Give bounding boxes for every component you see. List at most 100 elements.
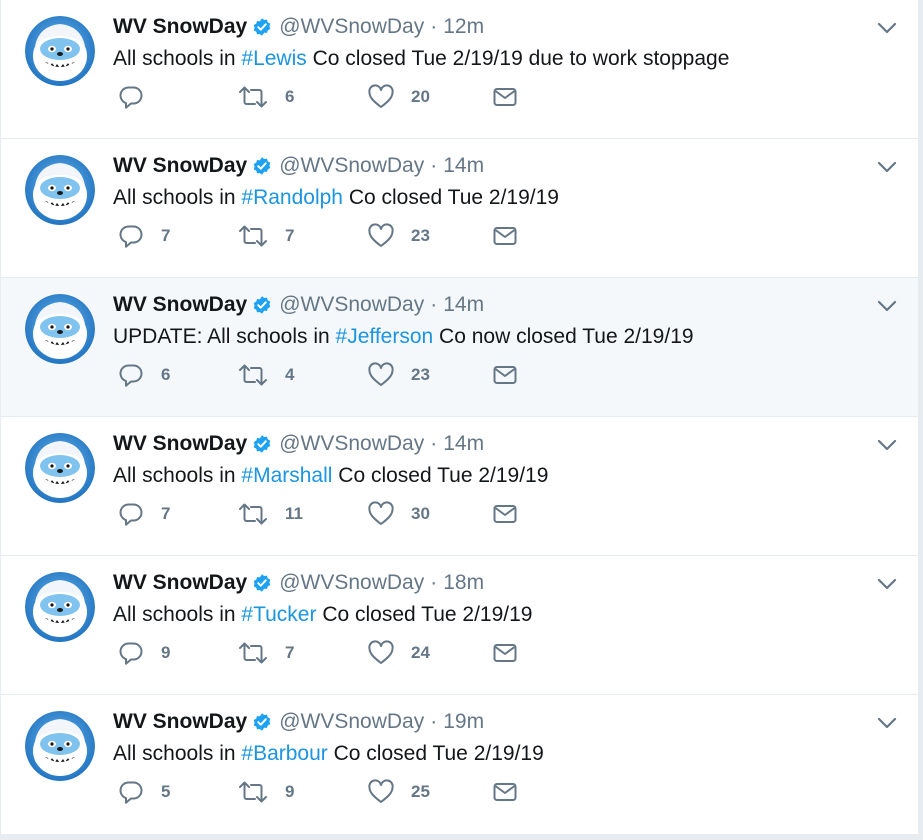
retweet-count: 11 [285, 504, 303, 523]
retweet-button[interactable]: 6 [237, 82, 294, 112]
avatar[interactable] [25, 433, 95, 503]
user-handle[interactable]: @WVSnowDay [279, 14, 424, 40]
reply-count: 5 [161, 782, 171, 801]
reply-count: 6 [161, 365, 171, 384]
retweet-button[interactable]: 4 [237, 360, 294, 390]
timestamp[interactable]: 18m [443, 570, 484, 596]
like-button[interactable]: 23 [367, 360, 430, 390]
hashtag-link[interactable]: #Marshall [241, 464, 332, 487]
avatar[interactable] [25, 572, 95, 642]
user-name[interactable]: WV SnowDay [113, 14, 247, 40]
timestamp[interactable]: 19m [443, 709, 484, 735]
chevron-down-icon[interactable] [876, 438, 898, 452]
user-handle[interactable]: @WVSnowDay [279, 570, 424, 596]
chevron-down-icon[interactable] [876, 577, 898, 591]
verified-badge-icon [252, 156, 272, 176]
hashtag-link[interactable]: #Barbour [241, 742, 327, 765]
like-button[interactable]: 25 [367, 777, 430, 807]
timestamp[interactable]: 14m [443, 431, 484, 457]
hashtag-link[interactable]: #Randolph [241, 186, 343, 209]
retweet-count: 6 [285, 87, 295, 106]
hashtag-link[interactable]: #Lewis [241, 47, 306, 70]
retweet-count: 4 [285, 365, 295, 384]
heart-icon [368, 223, 394, 247]
separator-dot: · [430, 432, 438, 455]
tweet-text-after: Co closed Tue 2/19/19 due to work stoppa… [306, 47, 730, 70]
user-name[interactable]: WV SnowDay [113, 570, 247, 596]
tweet-text: All schools in #Barbour Co closed Tue 2/… [113, 741, 544, 767]
avatar[interactable] [25, 155, 95, 225]
tweet-header: WV SnowDay @WVSnowDay · 14m [113, 153, 484, 179]
reply-icon [119, 364, 143, 387]
timestamp[interactable]: 12m [443, 14, 484, 40]
tweet-actions: 6 20 [117, 82, 537, 112]
tweet[interactable]: WV SnowDay @WVSnowDay · 14m UPDATE: All … [0, 278, 919, 417]
hashtag-link[interactable]: #Tucker [241, 603, 316, 626]
direct-message-button[interactable] [491, 82, 519, 112]
tweet-text-before: All schools in [113, 742, 242, 765]
tweet-header: WV SnowDay @WVSnowDay · 14m [113, 431, 484, 457]
avatar[interactable] [25, 16, 95, 86]
like-button[interactable]: 30 [367, 499, 430, 529]
retweet-button[interactable]: 11 [237, 499, 303, 529]
tweet-text: All schools in #Randolph Co closed Tue 2… [113, 185, 559, 211]
reply-button[interactable]: 7 [117, 221, 170, 251]
user-handle[interactable]: @WVSnowDay [279, 431, 424, 457]
retweet-button[interactable]: 9 [237, 777, 294, 807]
tweet[interactable]: WV SnowDay @WVSnowDay · 12m All schools … [0, 0, 919, 139]
retweet-button[interactable]: 7 [237, 221, 294, 251]
tweet-text-before: All schools in [113, 186, 242, 209]
tweet-header: WV SnowDay @WVSnowDay · 18m [113, 570, 484, 596]
reply-icon [119, 86, 143, 109]
timestamp[interactable]: 14m [443, 153, 484, 179]
tweet-text-after: Co now closed Tue 2/19/19 [433, 325, 694, 348]
tweet-text: All schools in #Lewis Co closed Tue 2/19… [113, 46, 729, 72]
user-name[interactable]: WV SnowDay [113, 709, 247, 735]
reply-icon [119, 503, 143, 526]
heart-icon [368, 501, 394, 525]
reply-button[interactable]: 9 [117, 638, 170, 668]
reply-icon [119, 225, 143, 248]
user-name[interactable]: WV SnowDay [113, 292, 247, 318]
separator-dot: · [430, 710, 438, 733]
user-name[interactable]: WV SnowDay [113, 153, 247, 179]
reply-button[interactable]: 7 [117, 499, 170, 529]
user-name[interactable]: WV SnowDay [113, 431, 247, 457]
direct-message-button[interactable] [491, 360, 519, 390]
reply-icon [119, 781, 143, 804]
direct-message-button[interactable] [491, 499, 519, 529]
chevron-down-icon[interactable] [876, 299, 898, 313]
like-button[interactable]: 24 [367, 638, 430, 668]
avatar[interactable] [25, 711, 95, 781]
direct-message-button[interactable] [491, 777, 519, 807]
envelope-icon [493, 644, 517, 662]
heart-icon [368, 640, 394, 664]
retweet-button[interactable]: 7 [237, 638, 294, 668]
like-button[interactable]: 20 [367, 82, 430, 112]
timestamp[interactable]: 14m [443, 292, 484, 318]
tweet[interactable]: WV SnowDay @WVSnowDay · 18m All schools … [0, 556, 919, 695]
reply-button[interactable]: 6 [117, 360, 170, 390]
direct-message-button[interactable] [491, 638, 519, 668]
user-handle[interactable]: @WVSnowDay [279, 153, 424, 179]
like-button[interactable]: 23 [367, 221, 430, 251]
avatar[interactable] [25, 294, 95, 364]
retweet-count: 9 [285, 782, 295, 801]
chevron-down-icon[interactable] [876, 160, 898, 174]
user-handle[interactable]: @WVSnowDay [279, 292, 424, 318]
user-handle[interactable]: @WVSnowDay [279, 709, 424, 735]
reply-button[interactable] [117, 82, 161, 112]
tweet[interactable]: WV SnowDay @WVSnowDay · 14m All schools … [0, 139, 919, 278]
chevron-down-icon[interactable] [876, 716, 898, 730]
hashtag-link[interactable]: #Jefferson [336, 325, 434, 348]
direct-message-button[interactable] [491, 221, 519, 251]
chevron-down-icon[interactable] [876, 21, 898, 35]
tweet-actions: 5 9 25 [117, 777, 537, 807]
reply-button[interactable]: 5 [117, 777, 170, 807]
tweet-actions: 9 7 24 [117, 638, 537, 668]
tweet-text-after: Co closed Tue 2/19/19 [342, 186, 559, 209]
tweet[interactable]: WV SnowDay @WVSnowDay · 19m All schools … [0, 695, 919, 835]
tweet[interactable]: WV SnowDay @WVSnowDay · 14m All schools … [0, 417, 919, 556]
tweet-header: WV SnowDay @WVSnowDay · 12m [113, 14, 484, 40]
verified-badge-icon [252, 295, 272, 315]
